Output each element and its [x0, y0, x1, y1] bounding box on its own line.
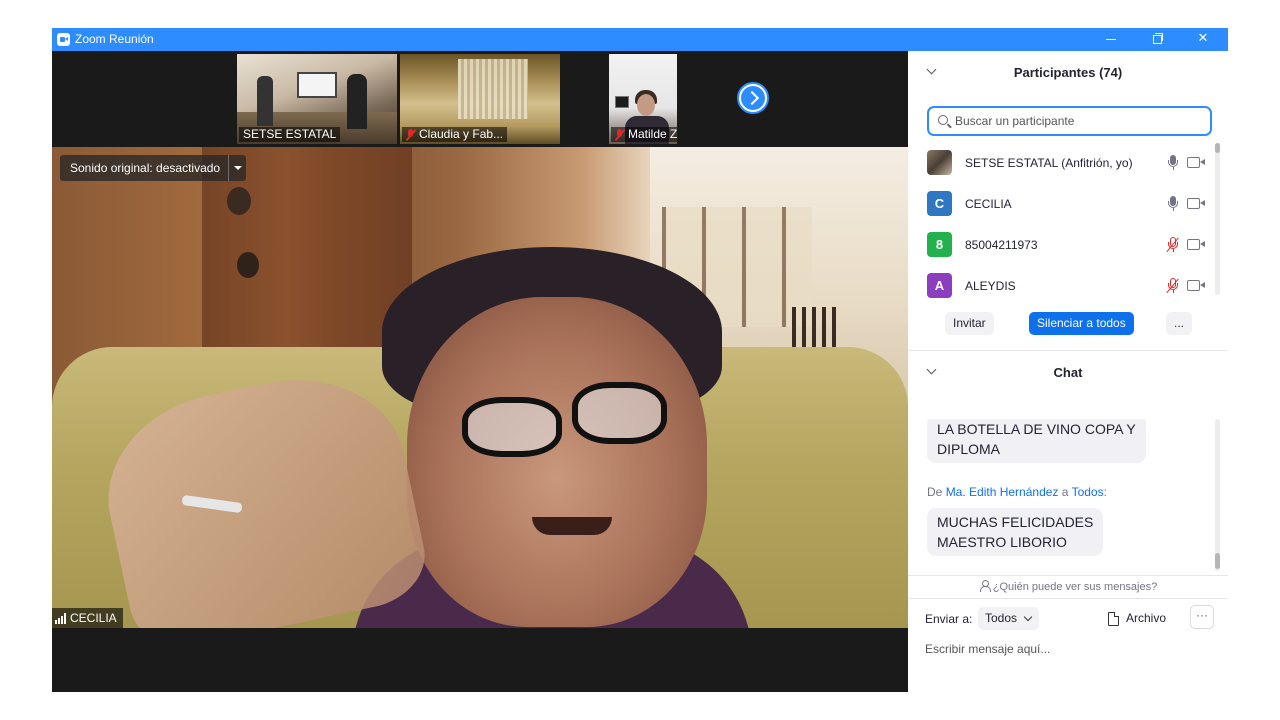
thumbnail-video[interactable]: Matilde Zam... — [609, 54, 677, 144]
zoom-window: Zoom Reunión ✕ SETSE ESTATAL Claudia y F… — [52, 28, 1228, 692]
mic-muted-icon — [406, 129, 415, 140]
signal-strength-icon — [55, 612, 66, 624]
chat-more-button[interactable]: ··· — [1190, 605, 1214, 629]
invite-button[interactable]: Invitar — [945, 312, 994, 335]
chat-header: Chat — [908, 351, 1228, 389]
participant-scrollbar[interactable] — [1215, 143, 1220, 295]
participants-title: Participantes (74) — [1013, 65, 1123, 80]
minimize-button[interactable] — [1088, 28, 1134, 51]
chat-message-bubble: LA BOTELLA DE VINO COPA Y DIPLOMA — [927, 419, 1146, 463]
original-sound-toggle[interactable]: Sonido original: desactivado — [60, 155, 247, 181]
chat-connector: a — [1061, 485, 1069, 499]
microphone-icon[interactable] — [1166, 196, 1180, 212]
video-camera-icon[interactable] — [1187, 239, 1205, 250]
participant-name: ALEYDIS — [965, 279, 1016, 293]
chat-message-input[interactable] — [925, 639, 1215, 659]
chat-message-sender-line: De Ma. Edith Hernández a Todos: — [927, 485, 1107, 499]
video-camera-icon[interactable] — [1187, 198, 1205, 209]
close-button[interactable]: ✕ — [1180, 28, 1226, 51]
title-bar: Zoom Reunión ✕ — [52, 28, 1228, 51]
participant-actions: Invitar Silenciar a todos ... — [908, 309, 1228, 339]
chat-from-prefix: De — [927, 485, 943, 499]
file-label: Archivo — [1126, 611, 1167, 625]
thumbnail-name-label: Matilde Zam... — [611, 127, 677, 142]
participant-search-input[interactable] — [955, 112, 1205, 130]
chat-title: Chat — [1053, 365, 1083, 380]
chat-message-text: DIPLOMA — [937, 441, 1001, 457]
mic-muted-icon — [615, 129, 624, 140]
sidebar-panel: Participantes (74) SETSE ESTATAL (Anfitr… — [908, 51, 1228, 692]
chat-message-bubble: MUCHAS FELICIDADES MAESTRO LIBORIO — [927, 508, 1104, 556]
participant-name: SETSE ESTATAL (Anfitrión, yo) — [965, 156, 1133, 170]
participant-name: 85004211973 — [965, 238, 1038, 252]
person-icon — [979, 580, 991, 592]
restore-button[interactable] — [1134, 28, 1180, 51]
participant-row[interactable]: 8 85004211973 — [908, 225, 1218, 266]
thumbnail-name-label: Claudia y Fab... — [402, 127, 508, 142]
video-area: SETSE ESTATAL Claudia y Fab... Matilde Z… — [52, 51, 908, 692]
active-speaker-video[interactable]: Sonido original: desactivado CECILIA — [52, 147, 908, 628]
thumbnail-name-label: SETSE ESTATAL — [239, 127, 341, 142]
send-to-label: Enviar a: — [925, 612, 973, 626]
avatar: 8 — [927, 232, 952, 257]
chat-recipient-link[interactable]: Todos — [1072, 485, 1104, 499]
video-camera-icon[interactable] — [1187, 157, 1205, 168]
thumbnail-name: Matilde Zam... — [628, 127, 677, 141]
participant-row[interactable]: C CECILIA — [908, 184, 1218, 225]
send-to-dropdown[interactable]: Todos — [978, 607, 1040, 630]
mute-all-button[interactable]: Silenciar a todos — [1029, 312, 1134, 335]
speaker-name-label: CECILIA — [52, 608, 123, 628]
chat-sender-link[interactable]: Ma. Edith Hernández — [946, 485, 1059, 499]
avatar: A — [927, 273, 952, 298]
thumbnail-name: Claudia y Fab... — [419, 127, 504, 141]
participant-row[interactable]: SETSE ESTATAL (Anfitrión, yo) — [908, 143, 1218, 184]
section-divider — [908, 598, 1228, 599]
original-sound-label: Sonido original: desactivado — [70, 161, 221, 175]
who-can-see-link[interactable]: ¿Quién puede ver sus mensajes? — [908, 576, 1228, 598]
thumbnail-video[interactable]: SETSE ESTATAL — [237, 54, 397, 144]
microphone-muted-icon[interactable] — [1166, 237, 1180, 253]
window-title: Zoom Reunión — [75, 32, 154, 46]
chevron-down-icon[interactable] — [228, 155, 246, 181]
participant-name: CECILIA — [965, 197, 1012, 211]
avatar: C — [927, 191, 952, 216]
chat-message-text: MAESTRO LIBORIO — [937, 534, 1067, 550]
participant-search[interactable] — [927, 106, 1212, 136]
more-options-button[interactable]: ... — [1166, 312, 1193, 335]
search-icon — [938, 115, 948, 125]
zoom-app-icon — [57, 33, 70, 46]
chat-suffix: : — [1103, 485, 1107, 499]
chat-scrollbar[interactable] — [1215, 419, 1220, 571]
participant-row[interactable]: A ALEYDIS — [908, 266, 1218, 307]
send-to-row: Enviar a: Todos Archivo ··· — [908, 604, 1228, 634]
avatar — [927, 150, 952, 175]
file-button[interactable]: Archivo — [1104, 607, 1166, 630]
chat-message-text: MUCHAS FELICIDADES — [937, 514, 1094, 530]
thumbnail-name: SETSE ESTATAL — [243, 127, 337, 141]
video-camera-icon[interactable] — [1187, 280, 1205, 291]
chat-message-text: LA BOTELLA DE VINO COPA Y — [937, 421, 1136, 437]
who-can-see-text: ¿Quién puede ver sus mensajes? — [992, 581, 1158, 593]
thumbnail-video[interactable]: Claudia y Fab... — [400, 54, 560, 144]
next-page-button[interactable] — [737, 82, 769, 114]
speaker-name: CECILIA — [70, 611, 117, 625]
microphone-muted-icon[interactable] — [1166, 278, 1180, 294]
participants-header: Participantes (74) — [908, 51, 1228, 89]
chat-messages: LA BOTELLA DE VINO COPA Y DIPLOMA De Ma.… — [908, 419, 1228, 574]
file-icon — [1108, 612, 1119, 626]
chevron-right-icon — [741, 86, 765, 110]
thumbnail-strip: SETSE ESTATAL Claudia y Fab... Matilde Z… — [52, 51, 908, 147]
microphone-icon[interactable] — [1166, 155, 1180, 171]
participant-list: SETSE ESTATAL (Anfitrión, yo) C CECILIA … — [908, 143, 1228, 299]
